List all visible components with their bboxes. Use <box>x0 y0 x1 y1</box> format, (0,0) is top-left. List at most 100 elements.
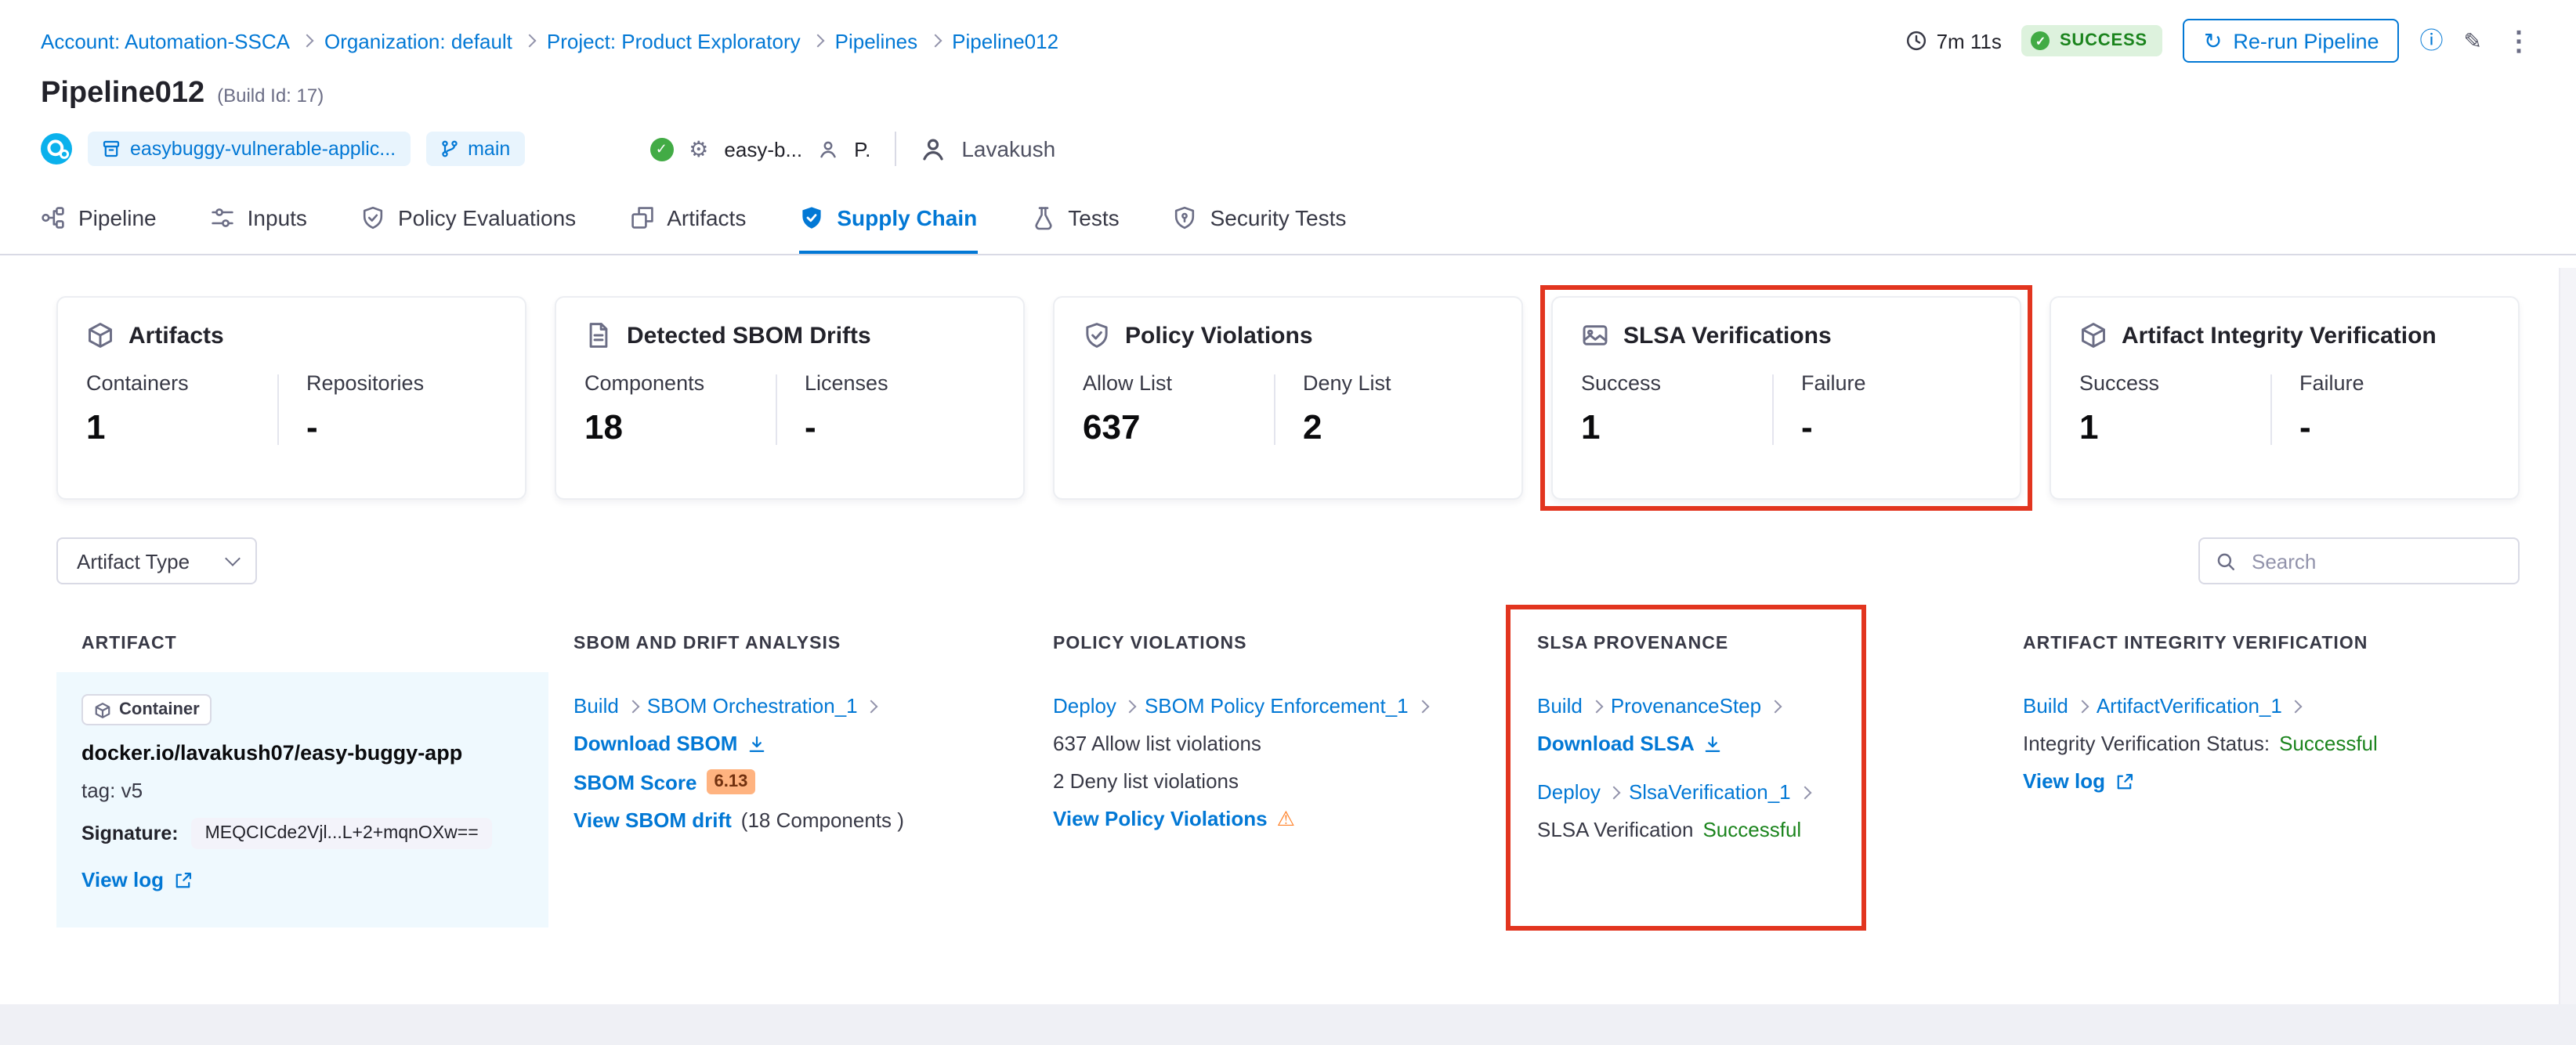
stage-link-deploy[interactable]: Deploy <box>1053 694 1116 718</box>
step-link-sbom-orchestration[interactable]: SBOM Orchestration_1 <box>647 694 858 718</box>
chevron-right-icon <box>1123 699 1138 713</box>
repository-chip[interactable]: easybuggy-vulnerable-applic... <box>88 132 411 166</box>
repository-icon <box>103 140 120 157</box>
column-header-policy: POLICY VIOLATIONS <box>1053 635 1247 653</box>
artifact-type-select[interactable]: Artifact Type <box>56 537 257 584</box>
page-header: Account: Automation-SSCA Organization: d… <box>0 0 2576 255</box>
status-dot-icon: ✓ <box>649 137 674 161</box>
card-slsa-verifications: SLSA Verifications Success 1 Failure - <box>1540 285 2032 511</box>
integrity-status-value: Successful <box>2279 732 2378 755</box>
view-log-link[interactable]: View log <box>2023 769 2105 793</box>
column-header-artifact: ARTIFACT <box>81 635 177 653</box>
download-icon <box>1706 735 1721 752</box>
step-link-slsa-verification[interactable]: SlsaVerification_1 <box>1629 780 1791 804</box>
chevron-right-icon <box>865 699 879 713</box>
shield-lock-icon <box>1175 205 1195 229</box>
metric-label: Success <box>2079 371 2160 395</box>
card-title: Detected SBOM Drifts <box>627 322 871 349</box>
download-sbom-link[interactable]: Download SBOM <box>573 732 737 755</box>
artifacts-table: ARTIFACT SBOM AND DRIFT ANALYSIS POLICY … <box>56 605 2520 931</box>
tab-tests[interactable]: Tests <box>1030 183 1120 254</box>
tab-label: Security Tests <box>1210 204 1347 230</box>
card-title: Policy Violations <box>1125 322 1313 349</box>
download-icon <box>749 735 764 752</box>
stage-link-build[interactable]: Build <box>1537 694 1583 718</box>
pipeline-icon <box>42 206 64 228</box>
column-header-integrity: ARTIFACT INTEGRITY VERIFICATION <box>2023 635 2368 653</box>
tab-security-tests[interactable]: Security Tests <box>1173 183 1347 254</box>
view-sbom-drift-link[interactable]: View SBOM drift <box>573 808 732 832</box>
stage-link-deploy[interactable]: Deploy <box>1537 780 1601 804</box>
tab-label: Pipeline <box>78 204 157 230</box>
refresh-icon: ↻ <box>2203 28 2223 53</box>
clock-icon <box>1906 31 1926 51</box>
warning-icon: ⚠ <box>1276 807 1295 830</box>
inputs-icon <box>211 208 233 226</box>
slsa-cell: Build ProvenanceStep Download SLSA Deplo… <box>1512 672 1998 927</box>
repository-name: easybuggy-vulnerable-applic... <box>130 138 396 160</box>
breadcrumb-project[interactable]: Project: Product Exploratory <box>547 29 801 52</box>
artifact-cell: Container docker.io/lavakush07/easy-bugg… <box>56 672 548 927</box>
metric-label: Success <box>1581 371 1662 395</box>
tab-policy-evaluations[interactable]: Policy Evaluations <box>360 183 576 254</box>
breadcrumb-pipelines[interactable]: Pipelines <box>835 29 918 52</box>
search-input[interactable] <box>2249 548 2502 574</box>
breadcrumb-separator-icon <box>300 34 314 48</box>
breadcrumb-organization[interactable]: Organization: default <box>324 29 512 52</box>
step-link-policy-enforcement[interactable]: SBOM Policy Enforcement_1 <box>1145 694 1409 718</box>
divider <box>894 132 896 166</box>
breadcrumb-account[interactable]: Account: Automation-SSCA <box>41 29 290 52</box>
card-artifacts: Artifacts Containers 1 Repositories - <box>56 296 526 500</box>
tab-pipeline[interactable]: Pipeline <box>41 183 157 254</box>
tab-label: Inputs <box>247 204 307 230</box>
tab-supply-chain[interactable]: Supply Chain <box>799 183 978 254</box>
bottom-strip <box>0 1004 2576 1045</box>
artifact-tag: tag: v5 <box>81 779 143 802</box>
metric-label: Deny List <box>1303 371 1391 395</box>
module-icon <box>41 133 72 165</box>
info-icon[interactable]: ⓘ <box>2420 29 2444 52</box>
step-link-provenance[interactable]: ProvenanceStep <box>1611 694 1761 718</box>
container-type-badge: Container <box>81 694 212 725</box>
chevron-right-icon <box>626 699 640 713</box>
policy-cell: Deploy SBOM Policy Enforcement_1 637 All… <box>1028 672 1512 927</box>
artifacts-icon <box>631 206 653 228</box>
slsa-status-label: SLSA Verification <box>1537 818 1694 841</box>
breadcrumb: Account: Automation-SSCA Organization: d… <box>41 29 1058 52</box>
tab-label: Supply Chain <box>837 204 978 230</box>
stage-link-build[interactable]: Build <box>573 694 619 718</box>
tab-inputs[interactable]: Inputs <box>210 183 307 254</box>
rerun-pipeline-button[interactable]: ↻ Re-run Pipeline <box>2183 19 2400 63</box>
page-title: Pipeline012 <box>41 77 205 110</box>
chevron-right-icon <box>1590 699 1604 713</box>
scrollbar[interactable] <box>2559 268 2576 1004</box>
card-title: Artifacts <box>128 322 224 349</box>
tab-bar: Pipeline Inputs Policy Evaluations Artif… <box>0 183 2576 255</box>
step-link-artifact-verification[interactable]: ArtifactVerification_1 <box>2097 694 2282 718</box>
table-header-row: ARTIFACT SBOM AND DRIFT ANALYSIS POLICY … <box>56 616 2520 672</box>
avatar-icon <box>922 138 942 160</box>
status-badge: ✓ SUCCESS <box>2021 25 2163 56</box>
edit-pencil-icon[interactable]: ✎ <box>2464 30 2482 52</box>
badge-image-icon <box>1583 325 1608 345</box>
chevron-right-icon <box>1798 785 1812 799</box>
view-log-link[interactable]: View log <box>81 868 164 891</box>
sbom-score-link[interactable]: SBOM Score <box>573 770 697 794</box>
breadcrumb-pipeline012[interactable]: Pipeline012 <box>952 29 1058 52</box>
tab-artifacts[interactable]: Artifacts <box>629 183 746 254</box>
branch-chip[interactable]: main <box>425 132 525 166</box>
sbom-cell: Build SBOM Orchestration_1 Download SBOM… <box>548 672 1028 927</box>
card-policy-violations: Policy Violations Allow List 637 Deny Lis… <box>1053 296 1523 500</box>
container-label: Container <box>119 700 200 719</box>
more-options-icon[interactable]: ⋮ <box>2502 27 2535 54</box>
view-policy-violations-link[interactable]: View Policy Violations <box>1053 807 1268 830</box>
metric-label: Failure <box>1801 371 1866 395</box>
card-title: SLSA Verifications <box>1623 322 1832 349</box>
metric-value: 637 <box>1083 407 1141 447</box>
stage-link-build[interactable]: Build <box>2023 694 2068 718</box>
metric-value: 1 <box>1581 407 1601 447</box>
metric-value: 2 <box>1303 407 1322 447</box>
download-slsa-link[interactable]: Download SLSA <box>1537 732 1695 755</box>
metric-value: 18 <box>584 407 623 447</box>
check-circle-icon: ✓ <box>2031 31 2050 50</box>
